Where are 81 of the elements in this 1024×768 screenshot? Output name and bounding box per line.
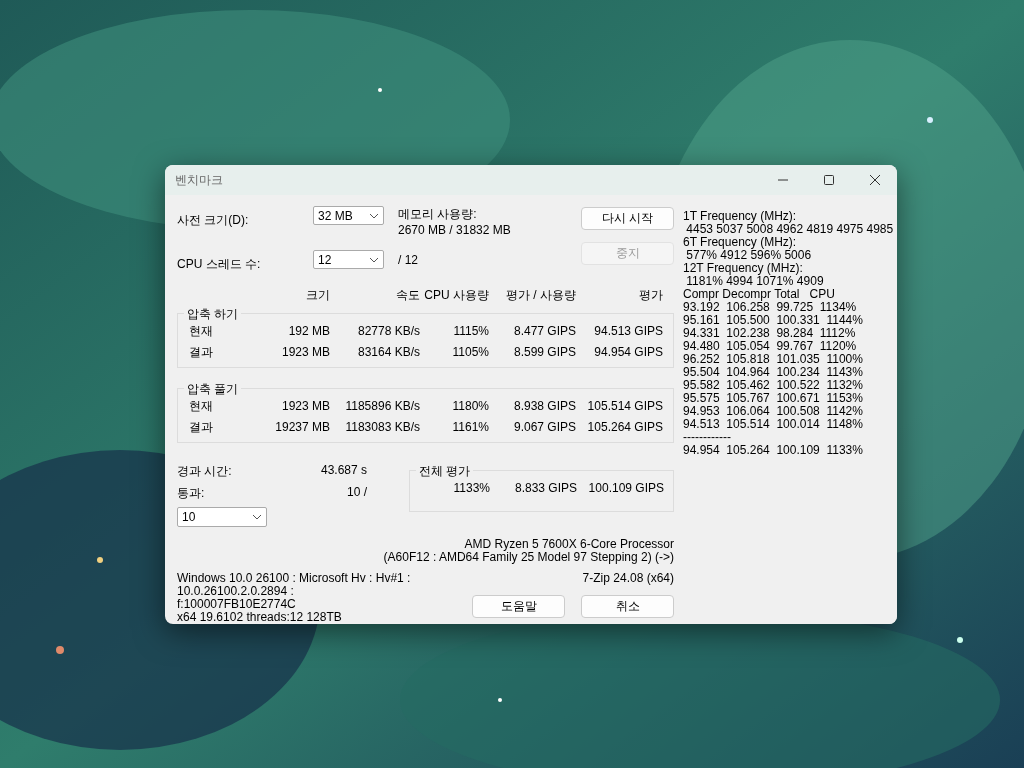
close-icon[interactable] (869, 174, 881, 186)
system-info: Windows 10.0 26100 : Microsoft Hv : Hv#1 : 10.0.26100.2.0.2894 : (177, 572, 412, 598)
log-line: 94.953 106.064 100.508 1142% (683, 405, 864, 418)
passes-value: 10 / (347, 485, 367, 501)
table-cell-text: 19237 MB (274, 419, 330, 436)
dialog-button[interactable]: 도움말 (472, 595, 565, 618)
log-line: 577% 4912 596% 5006 (685, 249, 813, 262)
column-header: 속도 (395, 287, 420, 303)
log-line: 6T Frequency (MHz): (683, 236, 798, 249)
log-line: Compr Decompr Total CPU (683, 288, 836, 301)
table-cell-text: 1115% (452, 323, 489, 340)
dialog-button[interactable]: 취소 (581, 595, 674, 618)
table-cell-text: 1133% (452, 481, 490, 495)
version-label: 7-Zip 24.08 (x64) (582, 572, 674, 585)
row-label: 결과 (189, 419, 214, 436)
field-label: 경과 시간: (177, 463, 232, 480)
log-line: 96.252 105.818 101.035 1100% (683, 353, 864, 366)
window-title: 벤치마크 (175, 171, 223, 189)
table-cell-text: 1923 MB (280, 398, 330, 415)
table-cell-text: 1180% (451, 398, 489, 415)
log-line: 1181% 4994 1071% 4909 (685, 275, 825, 288)
elapsed-value: 43.687 s (320, 463, 367, 479)
log-line: 94.954 105.264 100.109 1133% (683, 444, 864, 457)
table-cell-text: 9.067 GIPS (512, 419, 576, 436)
table-cell-text: 94.954 GIPS (593, 344, 663, 361)
row-label: 결과 (189, 344, 214, 361)
table-cell-text: 1923 MB (280, 344, 330, 361)
log-line: 94.331 102.238 98.284 1112% (683, 327, 857, 340)
system-info: x64 19.6102 threads:12 128TB (177, 611, 343, 624)
column-header: 평가 / 사용량 (505, 287, 576, 303)
log-line: 95.582 105.462 100.522 1132% (683, 379, 864, 392)
table-cell-text: 1183083 KB/s (344, 419, 420, 436)
log-line: 94.513 105.514 100.014 1148% (683, 418, 864, 431)
memory-label: 메모리 사용량: (398, 206, 478, 222)
cpu-info: (A60F12 : AMD64 Family 25 Model 97 Stepping 2) (->) (382, 551, 674, 564)
table-cell-text: 100.109 GIPS (587, 481, 664, 495)
table-cell-text: 82778 KB/s (356, 323, 420, 340)
column-header: 평가 (638, 287, 663, 303)
caret-icon (369, 212, 379, 219)
log-line: 1T Frequency (MHz): (683, 210, 798, 223)
table-cell-text: 1161% (451, 419, 489, 436)
table-cell-text: 8.599 GIPS (512, 344, 576, 361)
field-label: 사전 크기(D): (177, 212, 250, 229)
thread-total: / 12 (398, 252, 418, 268)
table-cell-text: 1185896 KB/s (344, 398, 420, 415)
log-line: 94.480 105.054 99.767 1120% (683, 340, 858, 353)
group-title: 압축 하기 (184, 306, 242, 323)
log-line: 95.575 105.767 100.671 1153% (683, 392, 864, 405)
row-label: 현재 (189, 323, 214, 340)
table-cell-text: 8.938 GIPS (512, 398, 576, 415)
group-title: 전체 평가 (416, 463, 474, 480)
table-cell-text: 83164 KB/s (356, 344, 420, 361)
table-cell-text: 1105% (451, 344, 489, 361)
table-cell-text: 105.514 GIPS (586, 398, 663, 415)
system-info: f:100007FB10E2774C (177, 598, 297, 611)
column-header: 크기 (305, 287, 330, 303)
caret-icon (252, 514, 262, 520)
cpu-info: AMD Ryzen 5 7600X 6-Core Processor (463, 538, 674, 551)
log-line: 93.192 106.258 99.725 1134% (683, 301, 858, 314)
log-line: 4453 5037 5008 4962 4819 4975 4985 (685, 223, 895, 236)
table-cell-text: 105.264 GIPS (586, 419, 663, 436)
log-line: 95.504 104.964 100.234 1143% (683, 366, 864, 379)
maximize-icon[interactable] (823, 174, 835, 186)
log-line: 95.161 105.500 100.331 1144% (683, 314, 864, 327)
log-line: ------------ (683, 431, 732, 444)
row-label: 현재 (189, 398, 214, 415)
dropdown[interactable]: 32 MB (313, 206, 384, 225)
dropdown[interactable]: 12 (313, 250, 384, 269)
dropdown[interactable]: 10 (177, 507, 267, 527)
log-line: 12T Frequency (MHz): (683, 262, 804, 275)
table-cell-text: 94.513 GIPS (593, 323, 663, 340)
group-title: 압축 풀기 (184, 381, 242, 398)
dialog-button[interactable]: 다시 시작 (581, 207, 674, 230)
table-cell-text: 192 MB (287, 323, 330, 340)
memory-value: 2670 MB / 31832 MB (398, 222, 511, 238)
field-label: 통과: (177, 485, 205, 502)
caret-icon (369, 256, 379, 263)
field-label: CPU 스레드 수: (177, 256, 262, 273)
table-cell-text: 8.833 GIPS (513, 481, 577, 495)
column-header: CPU 사용량 (423, 287, 489, 303)
table-cell-text: 8.477 GIPS (512, 323, 576, 340)
